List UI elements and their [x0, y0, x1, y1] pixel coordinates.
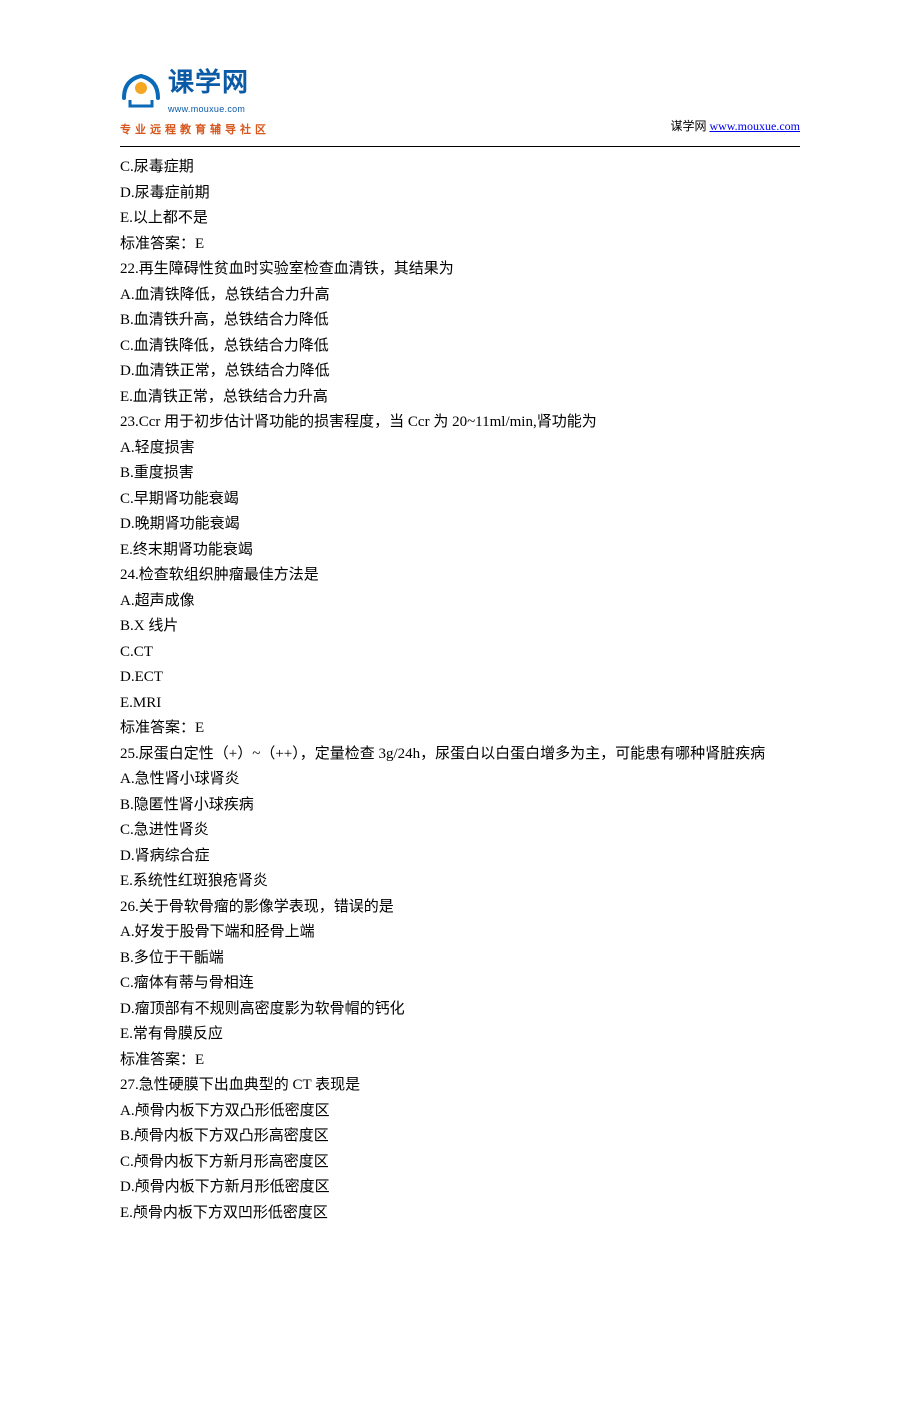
- content-line: C.急进性肾炎: [120, 818, 800, 844]
- content-line: A.轻度损害: [120, 436, 800, 462]
- logo-cn: 课学网: [168, 60, 249, 104]
- content-line: C.早期肾功能衰竭: [120, 487, 800, 513]
- content-line: D.晚期肾功能衰竭: [120, 512, 800, 538]
- content-line: 24.检查软组织肿瘤最佳方法是: [120, 563, 800, 589]
- content-line: D.ECT: [120, 665, 800, 691]
- content-line: B.多位于干骺端: [120, 946, 800, 972]
- content-line: D.颅骨内板下方新月形低密度区: [120, 1175, 800, 1201]
- header-divider: [120, 146, 800, 147]
- content-line: E.常有骨膜反应: [120, 1022, 800, 1048]
- content-line: 标准答案：E: [120, 1048, 800, 1074]
- content-line: B.X 线片: [120, 614, 800, 640]
- content-line: 25.尿蛋白定性（+）~（++），定量检查 3g/24h，尿蛋白以白蛋白增多为主…: [120, 742, 800, 768]
- logo-block: 课学网 www.mouxue.com 专业远程教育辅导社区: [120, 60, 270, 140]
- content-line: E.系统性红斑狼疮肾炎: [120, 869, 800, 895]
- logo-tagline: 专业远程教育辅导社区: [120, 121, 270, 140]
- content-line: C.尿毒症期: [120, 155, 800, 181]
- logo-text: 课学网 www.mouxue.com: [168, 60, 249, 117]
- document-content: C.尿毒症期D.尿毒症前期E.以上都不是标准答案：E22.再生障碍性贫血时实验室…: [120, 155, 800, 1226]
- content-line: C.CT: [120, 640, 800, 666]
- content-line: 23.Ccr 用于初步估计肾功能的损害程度，当 Ccr 为 20~11ml/mi…: [120, 410, 800, 436]
- page-header: 课学网 www.mouxue.com 专业远程教育辅导社区 谋学网 www.mo…: [120, 60, 800, 140]
- content-line: E.血清铁正常，总铁结合力升高: [120, 385, 800, 411]
- logo-main: 课学网: [168, 60, 249, 104]
- content-line: C.瘤体有蒂与骨相连: [120, 971, 800, 997]
- content-line: C.颅骨内板下方新月形高密度区: [120, 1150, 800, 1176]
- content-line: E.终末期肾功能衰竭: [120, 538, 800, 564]
- content-line: 标准答案：E: [120, 716, 800, 742]
- site-reference: 谋学网 www.mouxue.com: [670, 116, 800, 136]
- content-line: A.颅骨内板下方双凸形低密度区: [120, 1099, 800, 1125]
- content-line: C.血清铁降低，总铁结合力降低: [120, 334, 800, 360]
- content-line: B.重度损害: [120, 461, 800, 487]
- content-line: B.隐匿性肾小球疾病: [120, 793, 800, 819]
- content-line: E.以上都不是: [120, 206, 800, 232]
- logo-icon: [120, 68, 162, 110]
- content-line: 22.再生障碍性贫血时实验室检查血清铁，其结果为: [120, 257, 800, 283]
- content-line: D.肾病综合症: [120, 844, 800, 870]
- content-line: B.颅骨内板下方双凸形高密度区: [120, 1124, 800, 1150]
- content-line: D.血清铁正常，总铁结合力降低: [120, 359, 800, 385]
- content-line: A.血清铁降低，总铁结合力升高: [120, 283, 800, 309]
- logo-en: www.mouxue.com: [168, 102, 249, 117]
- content-line: 27.急性硬膜下出血典型的 CT 表现是: [120, 1073, 800, 1099]
- content-line: D.尿毒症前期: [120, 181, 800, 207]
- content-line: B.血清铁升高，总铁结合力降低: [120, 308, 800, 334]
- site-label: 谋学网: [670, 119, 709, 133]
- site-link[interactable]: www.mouxue.com: [709, 119, 800, 133]
- content-line: D.瘤顶部有不规则高密度影为软骨帽的钙化: [120, 997, 800, 1023]
- logo: 课学网 www.mouxue.com: [120, 60, 270, 117]
- content-line: A.急性肾小球肾炎: [120, 767, 800, 793]
- content-line: A.超声成像: [120, 589, 800, 615]
- content-line: E.MRI: [120, 691, 800, 717]
- content-line: E.颅骨内板下方双凹形低密度区: [120, 1201, 800, 1227]
- content-line: 标准答案：E: [120, 232, 800, 258]
- content-line: A.好发于股骨下端和胫骨上端: [120, 920, 800, 946]
- content-line: 26.关于骨软骨瘤的影像学表现，错误的是: [120, 895, 800, 921]
